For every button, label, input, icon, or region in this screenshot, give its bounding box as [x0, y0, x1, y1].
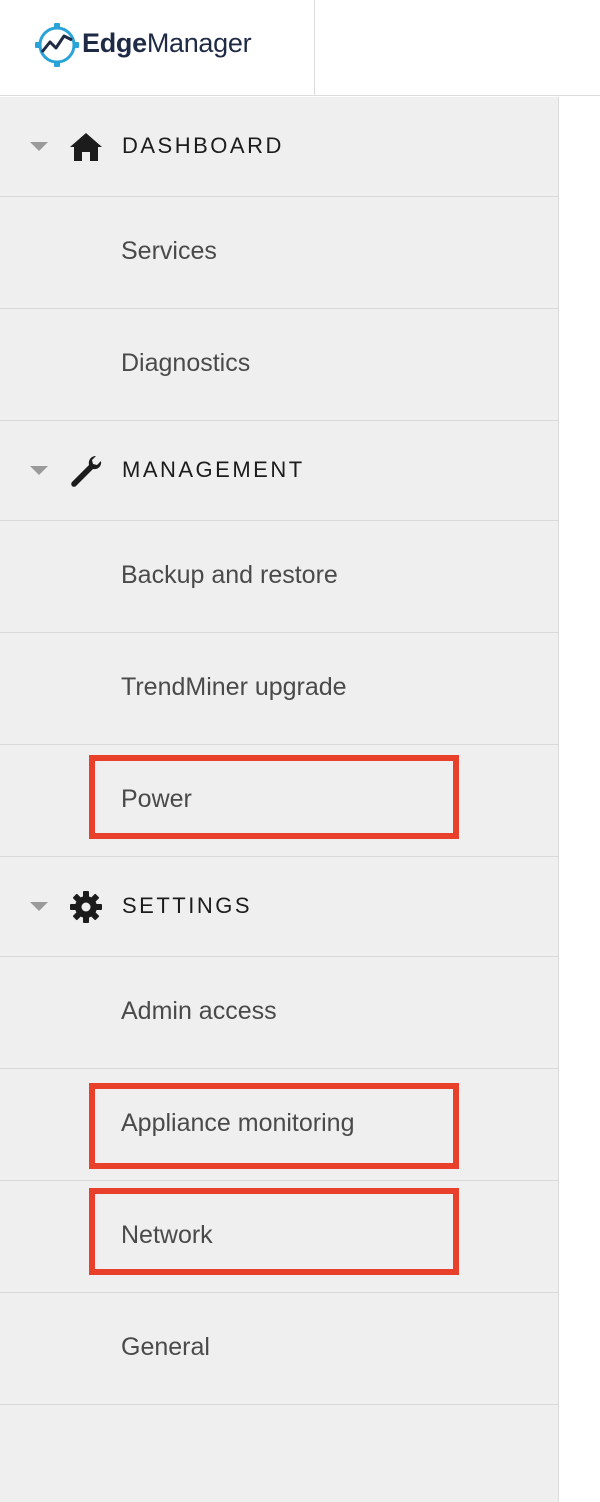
sidebar-item-label: Network: [121, 1221, 213, 1249]
sidebar-item-network[interactable]: Network: [0, 1181, 558, 1293]
app-header: EdgeManager: [0, 0, 600, 96]
section-settings[interactable]: SETTINGS: [0, 857, 558, 957]
sidebar-item-appliance-monitoring[interactable]: Appliance monitoring: [0, 1069, 558, 1181]
sidebar-item-label: Appliance monitoring: [121, 1109, 355, 1137]
gear-chart-logo-icon: [35, 23, 79, 67]
logo-text: EdgeManager: [82, 28, 252, 58]
sidebar-item-label: Admin access: [121, 997, 277, 1025]
home-icon: [70, 133, 102, 161]
sidebar-item-label: TrendMiner upgrade: [121, 673, 347, 701]
logo[interactable]: EdgeManager: [0, 0, 315, 96]
wrench-icon: [71, 456, 102, 487]
section-label: MANAGEMENT: [122, 457, 305, 482]
section-management[interactable]: MANAGEMENT: [0, 421, 558, 521]
section-dashboard[interactable]: DASHBOARD: [0, 97, 558, 197]
sidebar-item-power[interactable]: Power: [0, 745, 558, 857]
section-label: SETTINGS: [122, 893, 253, 918]
sidebar-item-diagnostics[interactable]: Diagnostics: [0, 309, 558, 421]
sidebar-item-label: Services: [121, 237, 217, 265]
sidebar-item-services[interactable]: Services: [0, 197, 558, 309]
gear-icon: [70, 891, 102, 923]
sidebar-item-backup-and-restore[interactable]: Backup and restore: [0, 521, 558, 633]
sidebar-item-label: Backup and restore: [121, 561, 338, 589]
sidebar-item-general[interactable]: General: [0, 1293, 558, 1405]
section-label: DASHBOARD: [122, 133, 284, 158]
sidebar-item-admin-access[interactable]: Admin access: [0, 957, 558, 1069]
sidebar-item-label: General: [121, 1333, 210, 1361]
sidebar-nav: DASHBOARD Services Diagnostics MANAGEMEN…: [0, 97, 559, 1502]
sidebar-item-trendminer-upgrade[interactable]: TrendMiner upgrade: [0, 633, 558, 745]
caret-down-icon[interactable]: [30, 466, 48, 475]
caret-down-icon[interactable]: [30, 142, 48, 151]
caret-down-icon[interactable]: [30, 902, 48, 911]
sidebar-item-label: Diagnostics: [121, 349, 251, 377]
sidebar-item-label: Power: [121, 785, 192, 813]
